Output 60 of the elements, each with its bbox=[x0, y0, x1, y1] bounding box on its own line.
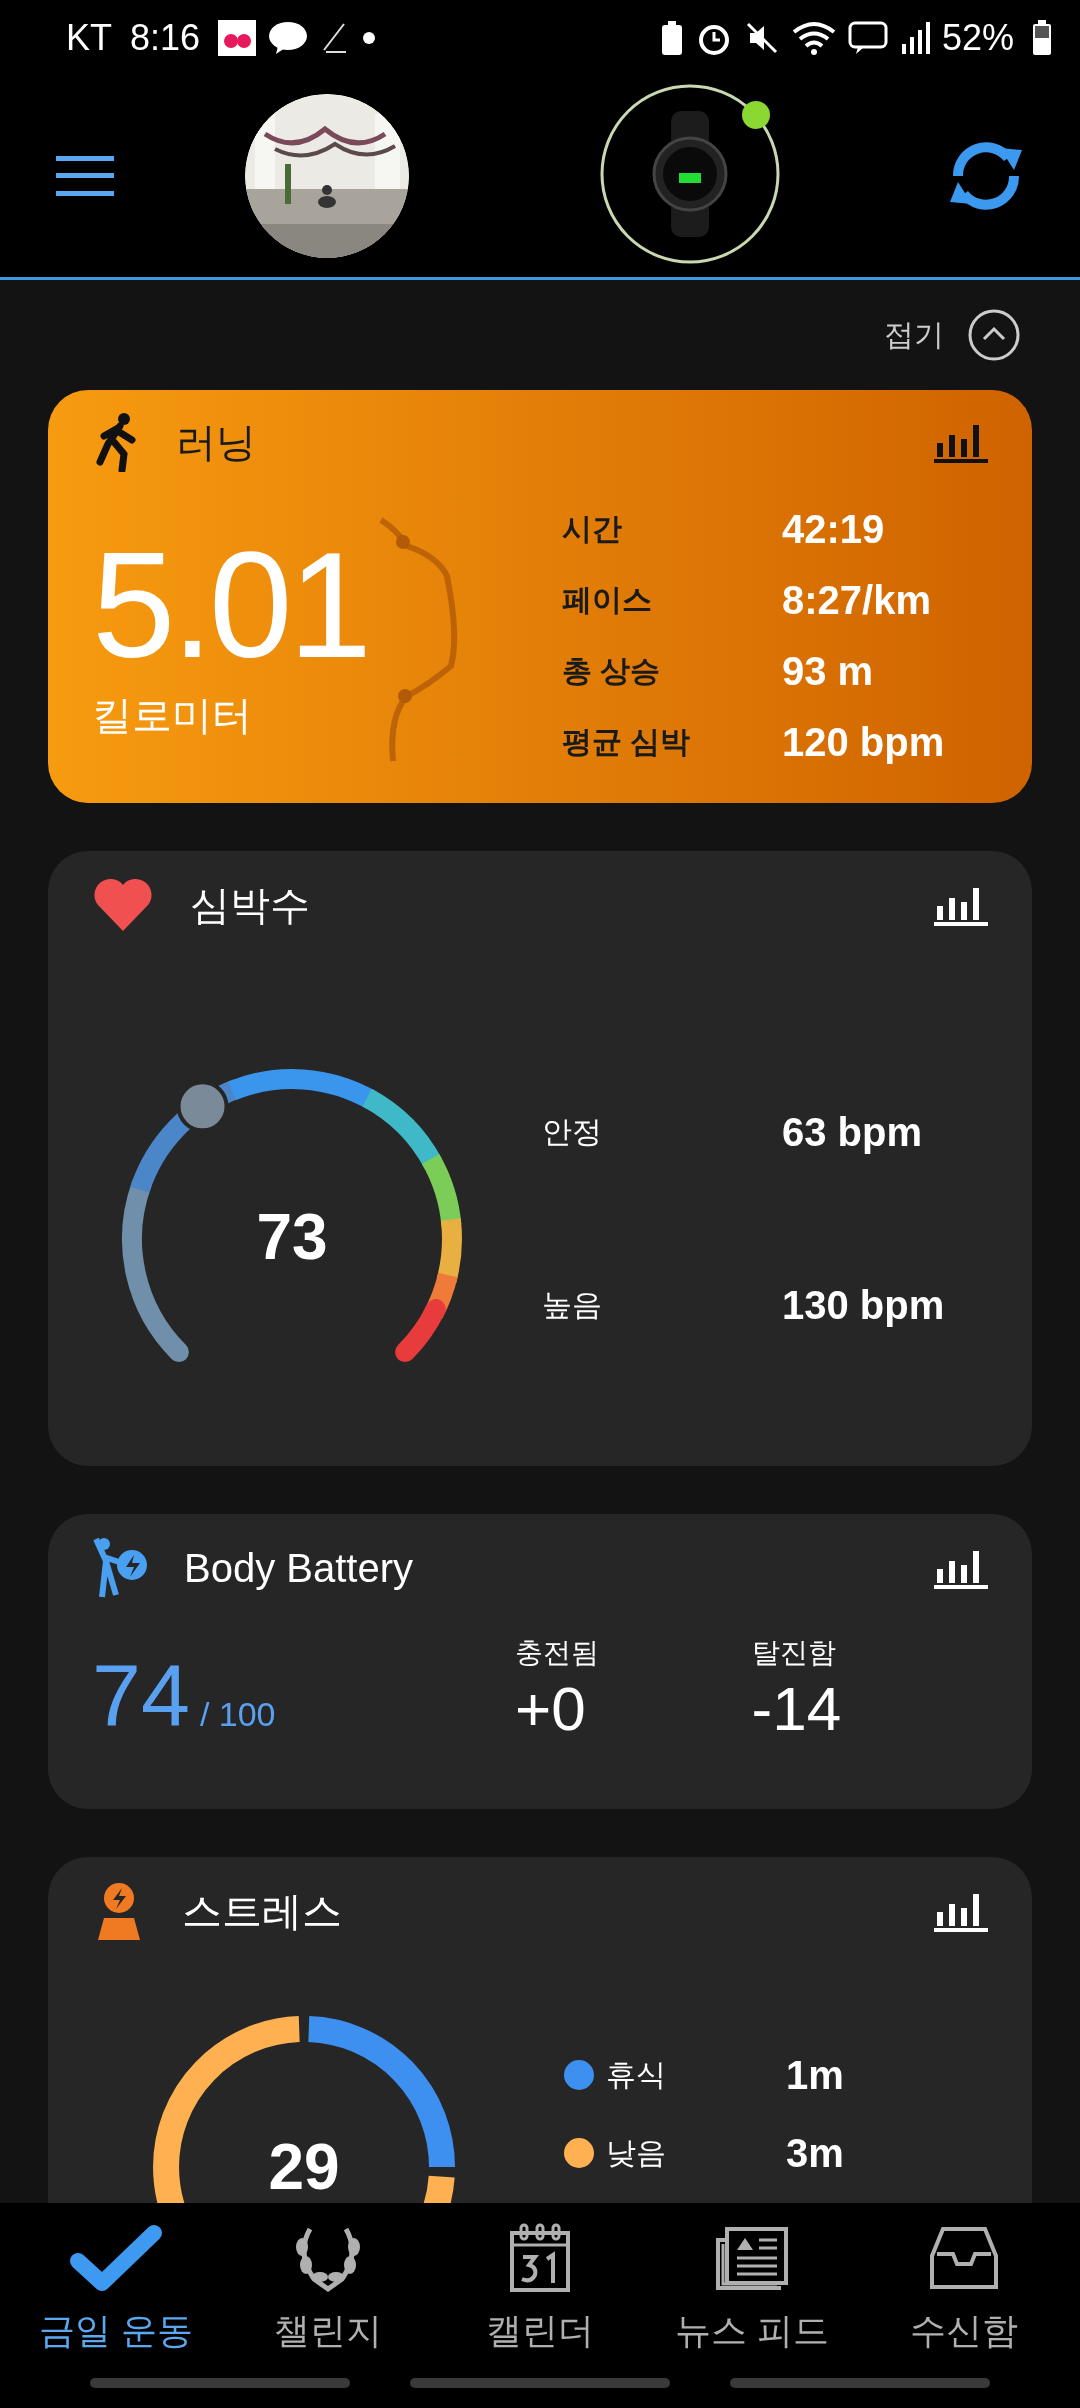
legend-label: 낮음 bbox=[606, 2134, 667, 2171]
card-title: 심박수 bbox=[190, 881, 310, 929]
distance-value: 5.01 bbox=[92, 529, 368, 680]
stress-value: 29 bbox=[268, 2135, 340, 2199]
battery-saver-icon bbox=[659, 19, 684, 56]
stat-label: 안정 bbox=[542, 1114, 603, 1150]
legend-value: 3m bbox=[786, 2130, 844, 2176]
dot-icon bbox=[362, 30, 377, 45]
wifi-icon bbox=[791, 19, 836, 56]
body-battery-icon bbox=[92, 1537, 148, 1599]
nav-handle[interactable] bbox=[410, 2378, 670, 2388]
heart-rate-card[interactable]: 심박수 73 안정 63 bpm 높음 130 bpm bbox=[48, 851, 1032, 1466]
card-title: Body Battery bbox=[184, 1545, 413, 1591]
current-heart-rate: 73 bbox=[256, 1200, 328, 1274]
checkmark-icon bbox=[68, 2223, 164, 2293]
card-title: 스트레스 bbox=[182, 1887, 342, 1935]
stat-value: 130 bpm bbox=[782, 1283, 945, 1328]
legend-label: 휴식 bbox=[606, 2056, 667, 2093]
card-title: 러닝 bbox=[176, 418, 256, 466]
nav-tab[interactable]: 뉴스 피드 bbox=[652, 2223, 852, 2356]
nav-tab[interactable]: 캘린더 bbox=[440, 2223, 640, 2356]
stat-label: 시간 bbox=[562, 511, 623, 547]
running-card[interactable]: 러닝 5.01 킬로미터 시간 42:19 페이스 8:27/km 총 상승 93 m 평균 심박 120 bpm bbox=[48, 390, 1032, 803]
stat-value: +0 bbox=[515, 1678, 587, 1740]
stat-value: 8:27/km bbox=[782, 578, 932, 623]
stat-value: 93 m bbox=[782, 649, 875, 694]
body-battery-max: / 100 bbox=[199, 1695, 276, 1734]
stat-value: 42:19 bbox=[782, 507, 886, 552]
nav-tab[interactable]: 수신함 bbox=[864, 2223, 1064, 2356]
stat-label: 높음 bbox=[542, 1287, 603, 1323]
stat-label: 충전됨 bbox=[515, 1636, 600, 1670]
stat-value: 120 bpm bbox=[782, 720, 945, 765]
carrier: KT bbox=[66, 16, 112, 59]
collapse-label: 접기 bbox=[884, 316, 944, 353]
nav-handle[interactable] bbox=[90, 2378, 350, 2388]
menu-icon[interactable] bbox=[56, 156, 114, 196]
signal-icon bbox=[899, 19, 930, 56]
stat-label: 탈진함 bbox=[751, 1636, 837, 1670]
battery-percent: 52% bbox=[941, 16, 1014, 59]
body-battery-card[interactable]: Body Battery 74/ 100 충전됨 +0 탈진함 -14 bbox=[48, 1514, 1032, 1809]
body-battery-value: 74 bbox=[92, 1652, 190, 1740]
stat-value: -14 bbox=[751, 1678, 843, 1740]
distance-unit: 킬로미터 bbox=[92, 691, 252, 739]
app-notification-icon bbox=[218, 19, 257, 56]
collapse-icon[interactable] bbox=[968, 309, 1020, 361]
battery-icon bbox=[1032, 19, 1052, 56]
legend-value: 1m bbox=[786, 2052, 844, 2098]
stat-value: 63 bpm bbox=[782, 1110, 924, 1155]
nav-tab[interactable]: 챌린지 bbox=[228, 2223, 428, 2356]
stat-label: 총 상승 bbox=[562, 653, 662, 689]
watch-device-drawing[interactable] bbox=[599, 83, 782, 265]
stat-label: 페이스 bbox=[562, 582, 653, 618]
stress-card[interactable]: 스트레스 29 휴식 1m 낮음 3m bbox=[48, 1857, 1032, 2203]
stat-label: 평균 심박 bbox=[562, 724, 692, 760]
chat-bubble-icon bbox=[268, 19, 309, 56]
calendar-icon bbox=[509, 2223, 571, 2293]
clock: 8:16 bbox=[130, 16, 201, 59]
heart-icon bbox=[92, 877, 154, 933]
nav-handle[interactable] bbox=[730, 2378, 990, 2388]
nav-tab[interactable]: 금일 운동 bbox=[16, 2223, 216, 2356]
